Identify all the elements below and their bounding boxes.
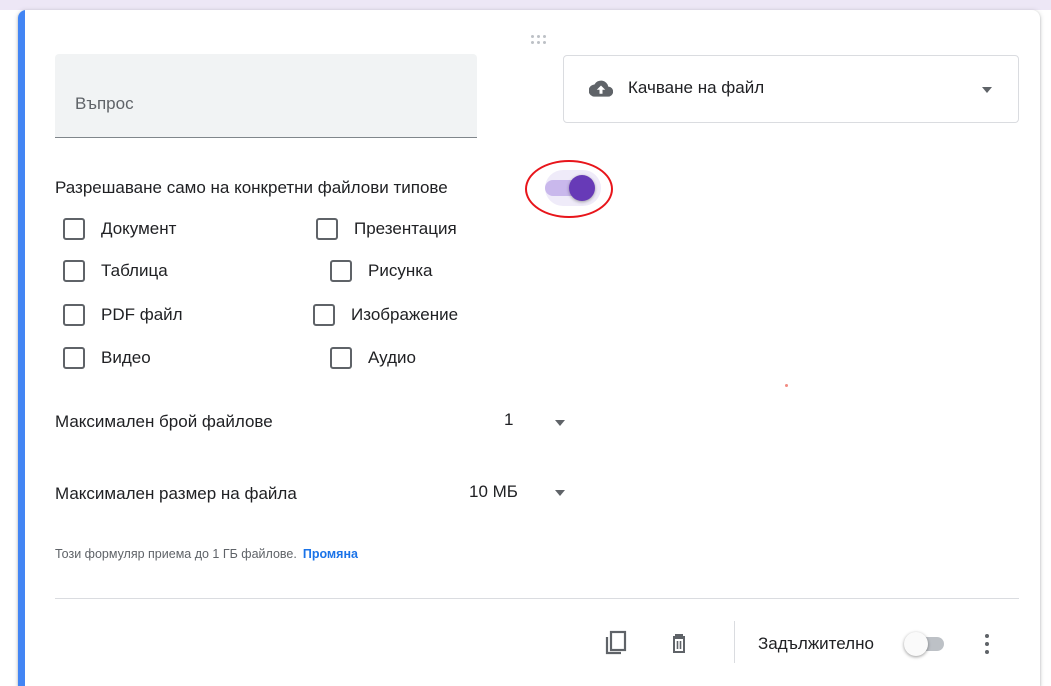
checkbox-pdf[interactable]: PDF файл	[63, 304, 183, 326]
restrict-file-types-label: Разрешаване само на конкретни файлови ти…	[55, 178, 448, 197]
checkbox-label: Презентация	[354, 219, 457, 238]
checkbox-box[interactable]	[63, 260, 85, 282]
checkbox-label: Рисунка	[368, 261, 433, 280]
footer-divider	[55, 598, 1019, 599]
checkbox-box[interactable]	[330, 347, 352, 369]
highlight-circle-annotation	[525, 160, 613, 218]
checkbox-spreadsheet[interactable]: Таблица	[63, 260, 168, 282]
checkbox-label: Документ	[101, 219, 177, 238]
trash-icon[interactable]	[659, 624, 699, 664]
question-type-label: Качване на файл	[628, 78, 765, 97]
checkbox-label: Таблица	[101, 261, 168, 280]
checkbox-label: PDF файл	[101, 305, 183, 324]
max-files-value[interactable]: 1	[504, 410, 513, 430]
max-size-value[interactable]: 10 МБ	[469, 482, 518, 502]
storage-limit-note: Този формуляр приема до 1 ГБ файлове. Про…	[55, 547, 358, 561]
chevron-down-icon[interactable]	[555, 490, 565, 496]
copy-icon[interactable]	[596, 624, 636, 664]
checkbox-box[interactable]	[63, 304, 85, 326]
checkbox-label: Аудио	[368, 348, 416, 367]
checkbox-box[interactable]	[313, 304, 335, 326]
question-placeholder: Въпрос	[75, 94, 134, 113]
required-toggle[interactable]	[900, 630, 950, 660]
restrict-file-types-toggle[interactable]	[525, 160, 613, 218]
checkbox-audio[interactable]: Аудио	[330, 347, 416, 369]
question-card[interactable]: Въпрос Качване на файл Разрешаване само …	[18, 10, 1040, 686]
stray-dot	[785, 384, 788, 387]
checkbox-label: Видео	[101, 348, 151, 367]
page-background-strip	[0, 0, 1051, 10]
checkbox-presentation[interactable]: Презентация	[316, 218, 457, 240]
change-storage-link[interactable]: Промяна	[303, 547, 358, 561]
checkbox-video[interactable]: Видео	[63, 347, 151, 369]
checkbox-box[interactable]	[63, 347, 85, 369]
more-vert-icon[interactable]	[972, 624, 1002, 664]
max-files-label: Максимален брой файлове	[55, 412, 273, 431]
toggle-thumb	[904, 632, 928, 656]
drag-handle-icon[interactable]	[528, 32, 548, 46]
card-focus-accent	[18, 10, 25, 686]
checkbox-drawing[interactable]: Рисунка	[330, 260, 433, 282]
question-title-input[interactable]: Въпрос	[55, 54, 477, 138]
checkbox-label: Изображение	[351, 305, 459, 324]
required-label: Задължително	[758, 634, 874, 653]
question-type-dropdown[interactable]: Качване на файл	[563, 55, 1019, 123]
chevron-down-icon[interactable]	[555, 420, 565, 426]
checkbox-box[interactable]	[316, 218, 338, 240]
storage-limit-text: Този формуляр приема до 1 ГБ файлове.	[55, 547, 297, 561]
max-size-label: Максимален размер на файла	[55, 484, 297, 503]
checkbox-box[interactable]	[63, 218, 85, 240]
checkbox-box[interactable]	[330, 260, 352, 282]
footer-separator	[734, 621, 735, 663]
cloud-upload-icon	[589, 80, 613, 97]
checkbox-image[interactable]: Изображение	[313, 304, 458, 326]
checkbox-document[interactable]: Документ	[63, 218, 176, 240]
chevron-down-icon	[982, 87, 992, 93]
